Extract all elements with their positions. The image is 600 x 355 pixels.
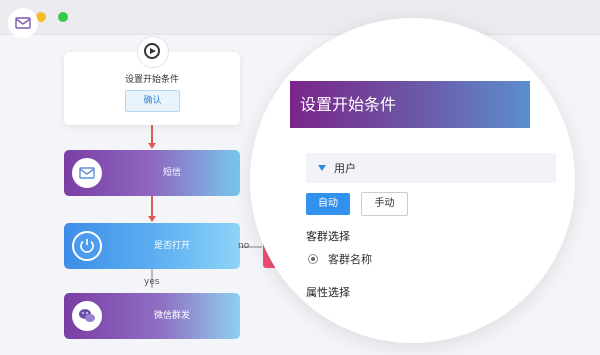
arrow-down-icon: [148, 216, 156, 222]
customer-group-option-label[interactable]: 客群名称: [328, 251, 372, 267]
flow-node-label: 是否打开: [153, 241, 190, 251]
confirm-button[interactable]: 确认: [125, 90, 180, 112]
start-card-title: 设置开始条件: [124, 75, 179, 85]
mail-icon: [79, 167, 95, 179]
attribute-selection-title: 属性选择: [306, 286, 350, 299]
branch-label-yes: yes: [144, 277, 160, 287]
auto-mode-button[interactable]: 自动: [306, 193, 350, 215]
email-icon-badge: [8, 8, 38, 38]
customer-group-radio[interactable]: [308, 254, 318, 264]
flow-node-sms[interactable]: 短信: [64, 150, 240, 196]
power-icon-badge: [72, 231, 102, 261]
wechat-icon-badge: [72, 301, 102, 331]
power-icon: [80, 239, 94, 253]
caret-down-icon[interactable]: [318, 165, 326, 171]
customer-group-title: 客群选择: [306, 230, 350, 243]
arrow-down-icon: [148, 143, 156, 149]
wechat-icon: [79, 309, 95, 322]
flow-node-label: 短信: [162, 168, 181, 178]
zoomed-settings-panel: 设置开始条件 用户 自动 手动 客群选择 客群名称 属性选择: [250, 18, 575, 343]
flow-node-label: [40, 0, 600, 46]
flow-node-is-opened[interactable]: 是否打开: [64, 223, 240, 269]
email-icon: [15, 17, 31, 29]
connector-line: [151, 125, 153, 145]
manual-mode-button[interactable]: 手动: [361, 192, 408, 216]
flow-node-label: 微信群发: [153, 311, 190, 321]
mail-icon-badge: [72, 158, 102, 188]
connector-line: [151, 196, 153, 218]
user-section-label: 用户: [334, 162, 356, 175]
panel-title: 设置开始条件: [300, 95, 397, 114]
flow-node-wechat[interactable]: 微信群发: [64, 293, 240, 339]
branch-label-no: no: [238, 241, 250, 251]
